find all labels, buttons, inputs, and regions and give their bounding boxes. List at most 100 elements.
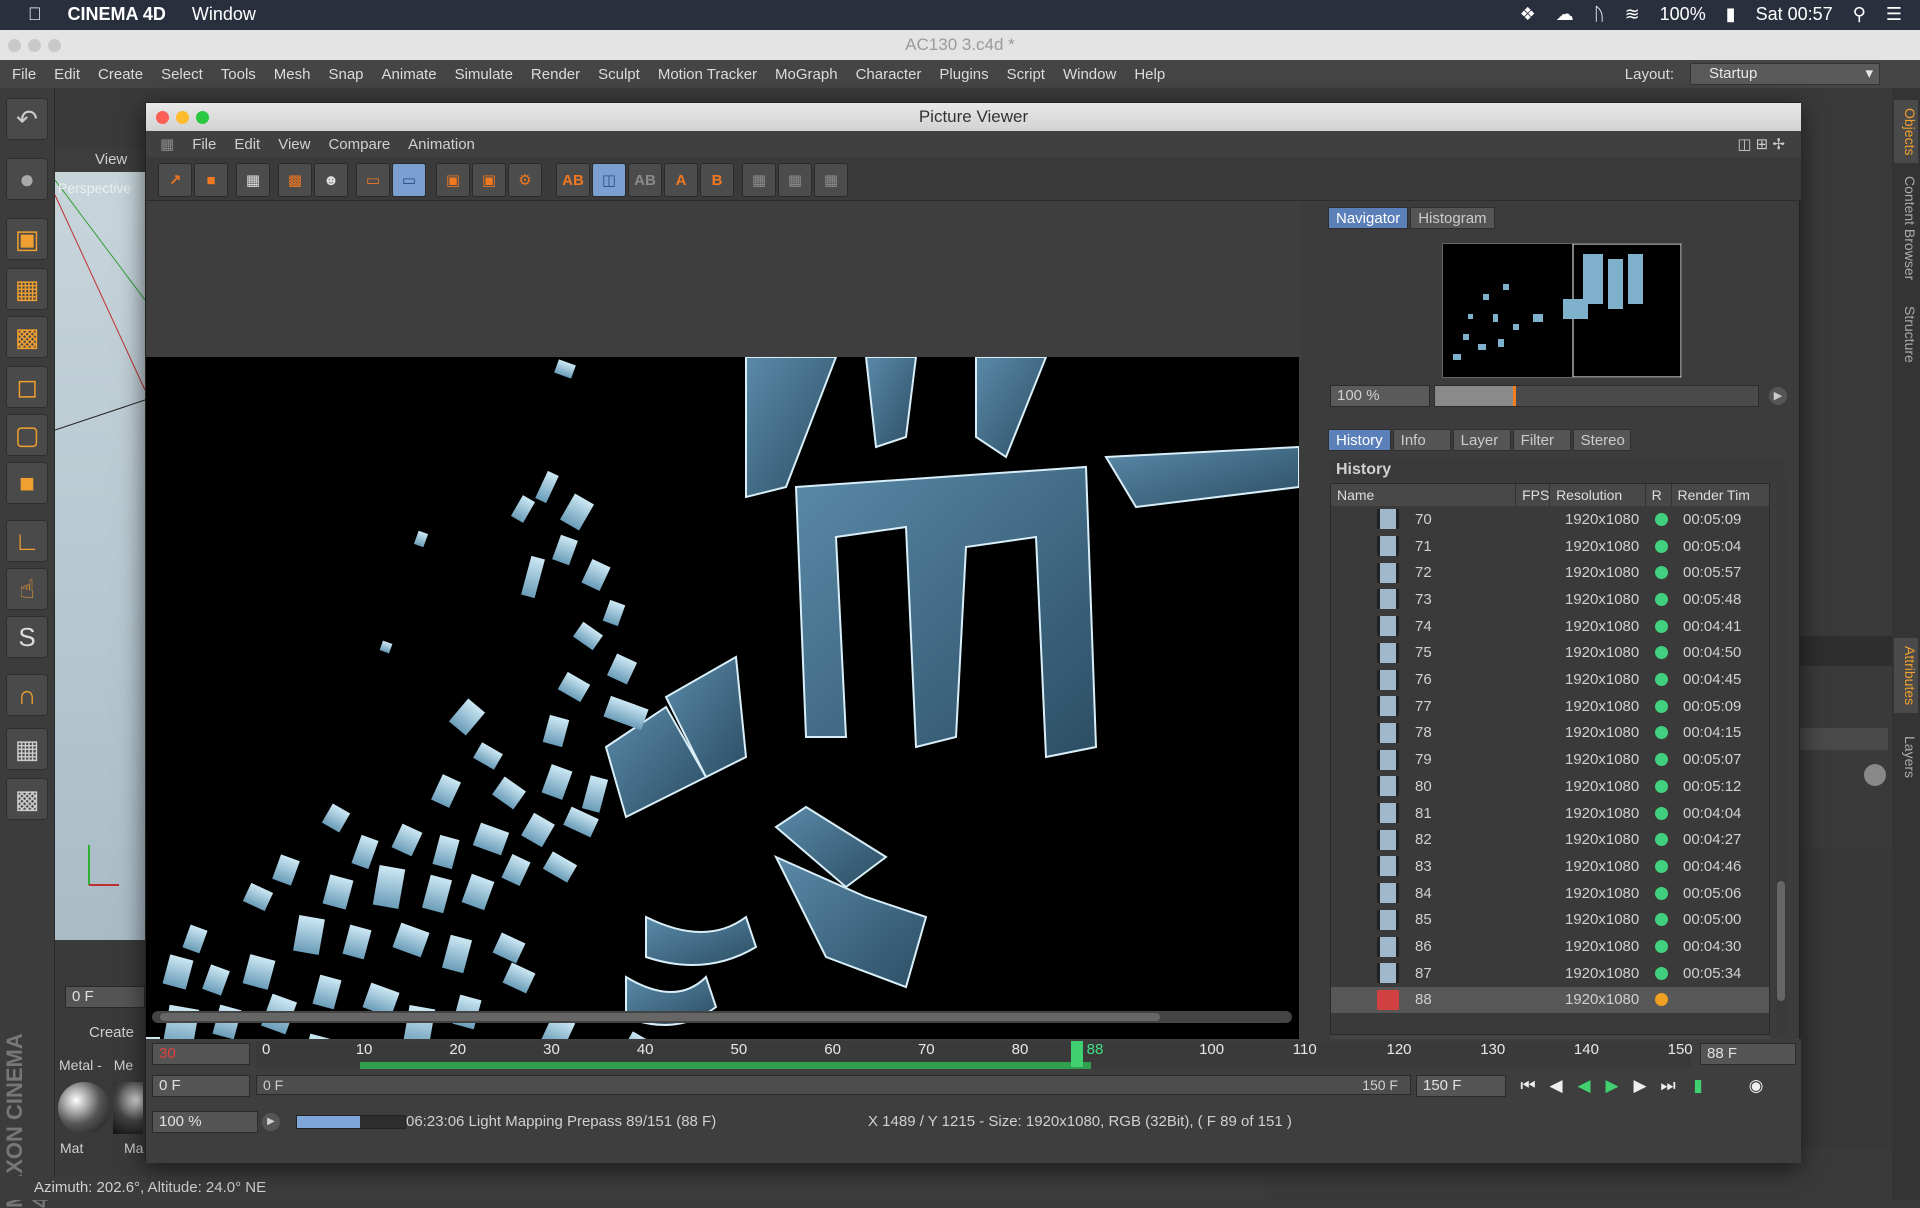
pv-zoom-icon[interactable] [196,111,209,124]
menu-character[interactable]: Character [856,66,922,83]
col-resolution[interactable]: Resolution [1550,484,1646,506]
menu-mesh[interactable]: Mesh [274,66,311,83]
clock[interactable]: Sat 00:57 [1756,4,1833,25]
channel-3-icon[interactable]: ▦ [814,163,848,197]
pointer-icon[interactable] [1864,764,1886,786]
undo-icon[interactable]: ↶ [6,98,48,140]
pv-menu-view[interactable]: View [278,136,310,153]
notification-center-icon[interactable]: ☰ [1886,4,1902,25]
navigator-preview[interactable] [1442,243,1682,378]
bluetooth-icon[interactable]: ᚢ [1594,4,1605,25]
tab-history[interactable]: History [1328,429,1391,451]
viewport[interactable] [54,150,146,940]
col-fps[interactable]: FPS [1516,484,1551,506]
table-row[interactable]: 87 1920x1080 00:05:34 [1331,960,1769,987]
minimize-icon[interactable] [28,39,41,52]
magnet-icon[interactable]: ∩ [6,674,48,716]
table-row[interactable]: 74 1920x1080 00:04:41 [1331,613,1769,640]
table-row[interactable]: 79 1920x1080 00:05:07 [1331,746,1769,773]
apple-icon[interactable]:  [28,4,42,25]
table-row[interactable]: 84 1920x1080 00:05:06 [1331,880,1769,907]
current-frame-field[interactable]: 88 F [1700,1043,1796,1065]
panel-layout-icon[interactable]: ◫ ⊞ ✢ [1737,135,1785,153]
set-b-icon[interactable]: B [700,163,734,197]
go-to-end-icon[interactable]: ⏭ [1656,1075,1680,1097]
set-a-icon[interactable]: A [664,163,698,197]
display-mode-3-icon[interactable]: ⚙ [508,163,542,197]
menu-file[interactable]: File [12,66,36,83]
sphere-icon[interactable]: ● [6,158,48,200]
menu-mograph[interactable]: MoGraph [775,66,838,83]
play-backward-icon[interactable]: ◀ [1572,1075,1596,1097]
viewport-view-menu[interactable]: View [95,151,127,168]
material-preview-2[interactable] [113,1082,143,1134]
prev-frame-icon[interactable]: ◀ [1544,1075,1568,1097]
wifi-icon[interactable]: ≋ [1625,4,1640,25]
tab-info[interactable]: Info [1392,429,1451,451]
open-icon[interactable]: ↗ [158,163,192,197]
person-icon[interactable]: ☻ [314,163,348,197]
save-icon[interactable]: ■ [194,163,228,197]
mac-window-menu[interactable]: Window [192,4,256,25]
menu-create[interactable]: Create [98,66,143,83]
table-row[interactable]: 71 1920x1080 00:05:04 [1331,533,1769,560]
clapper-icon[interactable]: ▦ [236,163,270,197]
ab-compare-icon[interactable]: AB [556,163,590,197]
creative-cloud-icon[interactable]: ☁ [1556,4,1574,25]
history-vertical-scrollbar[interactable] [1776,481,1786,1036]
points-mode-icon[interactable]: ◻ [6,366,48,408]
table-row[interactable]: 77 1920x1080 00:05:09 [1331,693,1769,720]
loop-icon[interactable]: ▮ [1686,1075,1710,1097]
display-mode-1-icon[interactable]: ▣ [436,163,470,197]
menu-script[interactable]: Script [1007,66,1045,83]
col-name[interactable]: Name [1331,484,1517,506]
frame-field[interactable]: 0 F [65,986,145,1008]
planar-workplane-icon[interactable]: ▩ [6,778,48,820]
pv-minimize-icon[interactable] [176,111,189,124]
pv-menu-edit[interactable]: Edit [234,136,260,153]
table-row[interactable]: 73 1920x1080 00:05:48 [1331,586,1769,613]
table-row[interactable]: 85 1920x1080 00:05:00 [1331,907,1769,934]
table-row[interactable]: 76 1920x1080 00:04:45 [1331,666,1769,693]
dock-tab-attributes[interactable]: Attributes [1894,638,1918,714]
tab-stereo[interactable]: Stereo [1572,429,1631,451]
table-row[interactable]: 86 1920x1080 00:04:30 [1331,933,1769,960]
dock-tab-structure[interactable]: Structure [1894,298,1918,371]
table-row[interactable]: 83 1920x1080 00:04:46 [1331,853,1769,880]
menu-edit[interactable]: Edit [54,66,80,83]
tweak-icon[interactable]: ☝ [6,568,48,610]
menu-animate[interactable]: Animate [382,66,437,83]
menu-motion-tracker[interactable]: Motion Tracker [658,66,757,83]
render-region-icon[interactable]: ▩ [278,163,312,197]
menu-snap[interactable]: Snap [328,66,363,83]
table-row[interactable]: 70 1920x1080 00:05:09 [1331,506,1769,533]
dock-tab-layers[interactable]: Layers [1894,728,1918,786]
timeline-max-field[interactable]: 150 F [1416,1075,1506,1097]
material-tab-2[interactable]: Me [114,1057,133,1073]
dock-tab-objects[interactable]: Objects [1894,100,1918,164]
material-preview[interactable] [58,1082,110,1134]
dock-tab-content-browser[interactable]: Content Browser [1894,168,1918,288]
menu-plugins[interactable]: Plugins [939,66,988,83]
model-mode-icon[interactable]: ▣ [6,218,48,260]
table-row[interactable]: 88 1920x1080 [1331,986,1769,1014]
pv-menu-compare[interactable]: Compare [328,136,390,153]
play-arrow-icon[interactable]: ▶ [1769,387,1787,405]
mac-app-menu[interactable]: CINEMA 4D [68,4,166,25]
table-row[interactable]: 72 1920x1080 00:05:57 [1331,559,1769,586]
axis-icon[interactable]: ∟ [6,520,48,562]
col-render-time[interactable]: Render Tim [1672,484,1770,506]
navigator-zoom-slider[interactable] [1434,385,1759,407]
pv-scroll-thumb[interactable] [160,1013,1160,1021]
timeline-playhead[interactable] [1070,1041,1083,1067]
timeline-min-field[interactable]: 0 F [152,1075,250,1097]
copy-icon[interactable]: ▭ [392,163,426,197]
polygons-mode-icon[interactable]: ■ [6,462,48,504]
history-scroll-thumb[interactable] [1777,881,1785,1001]
table-row[interactable]: 82 1920x1080 00:04:27 [1331,826,1769,853]
navigator-zoom-field[interactable]: 100 % [1330,385,1430,407]
tab-histogram[interactable]: Histogram [1410,207,1495,229]
zoom-slider-handle[interactable] [1513,386,1516,406]
channel-1-icon[interactable]: ▦ [742,163,776,197]
ab-swap-icon[interactable]: AB [628,163,662,197]
